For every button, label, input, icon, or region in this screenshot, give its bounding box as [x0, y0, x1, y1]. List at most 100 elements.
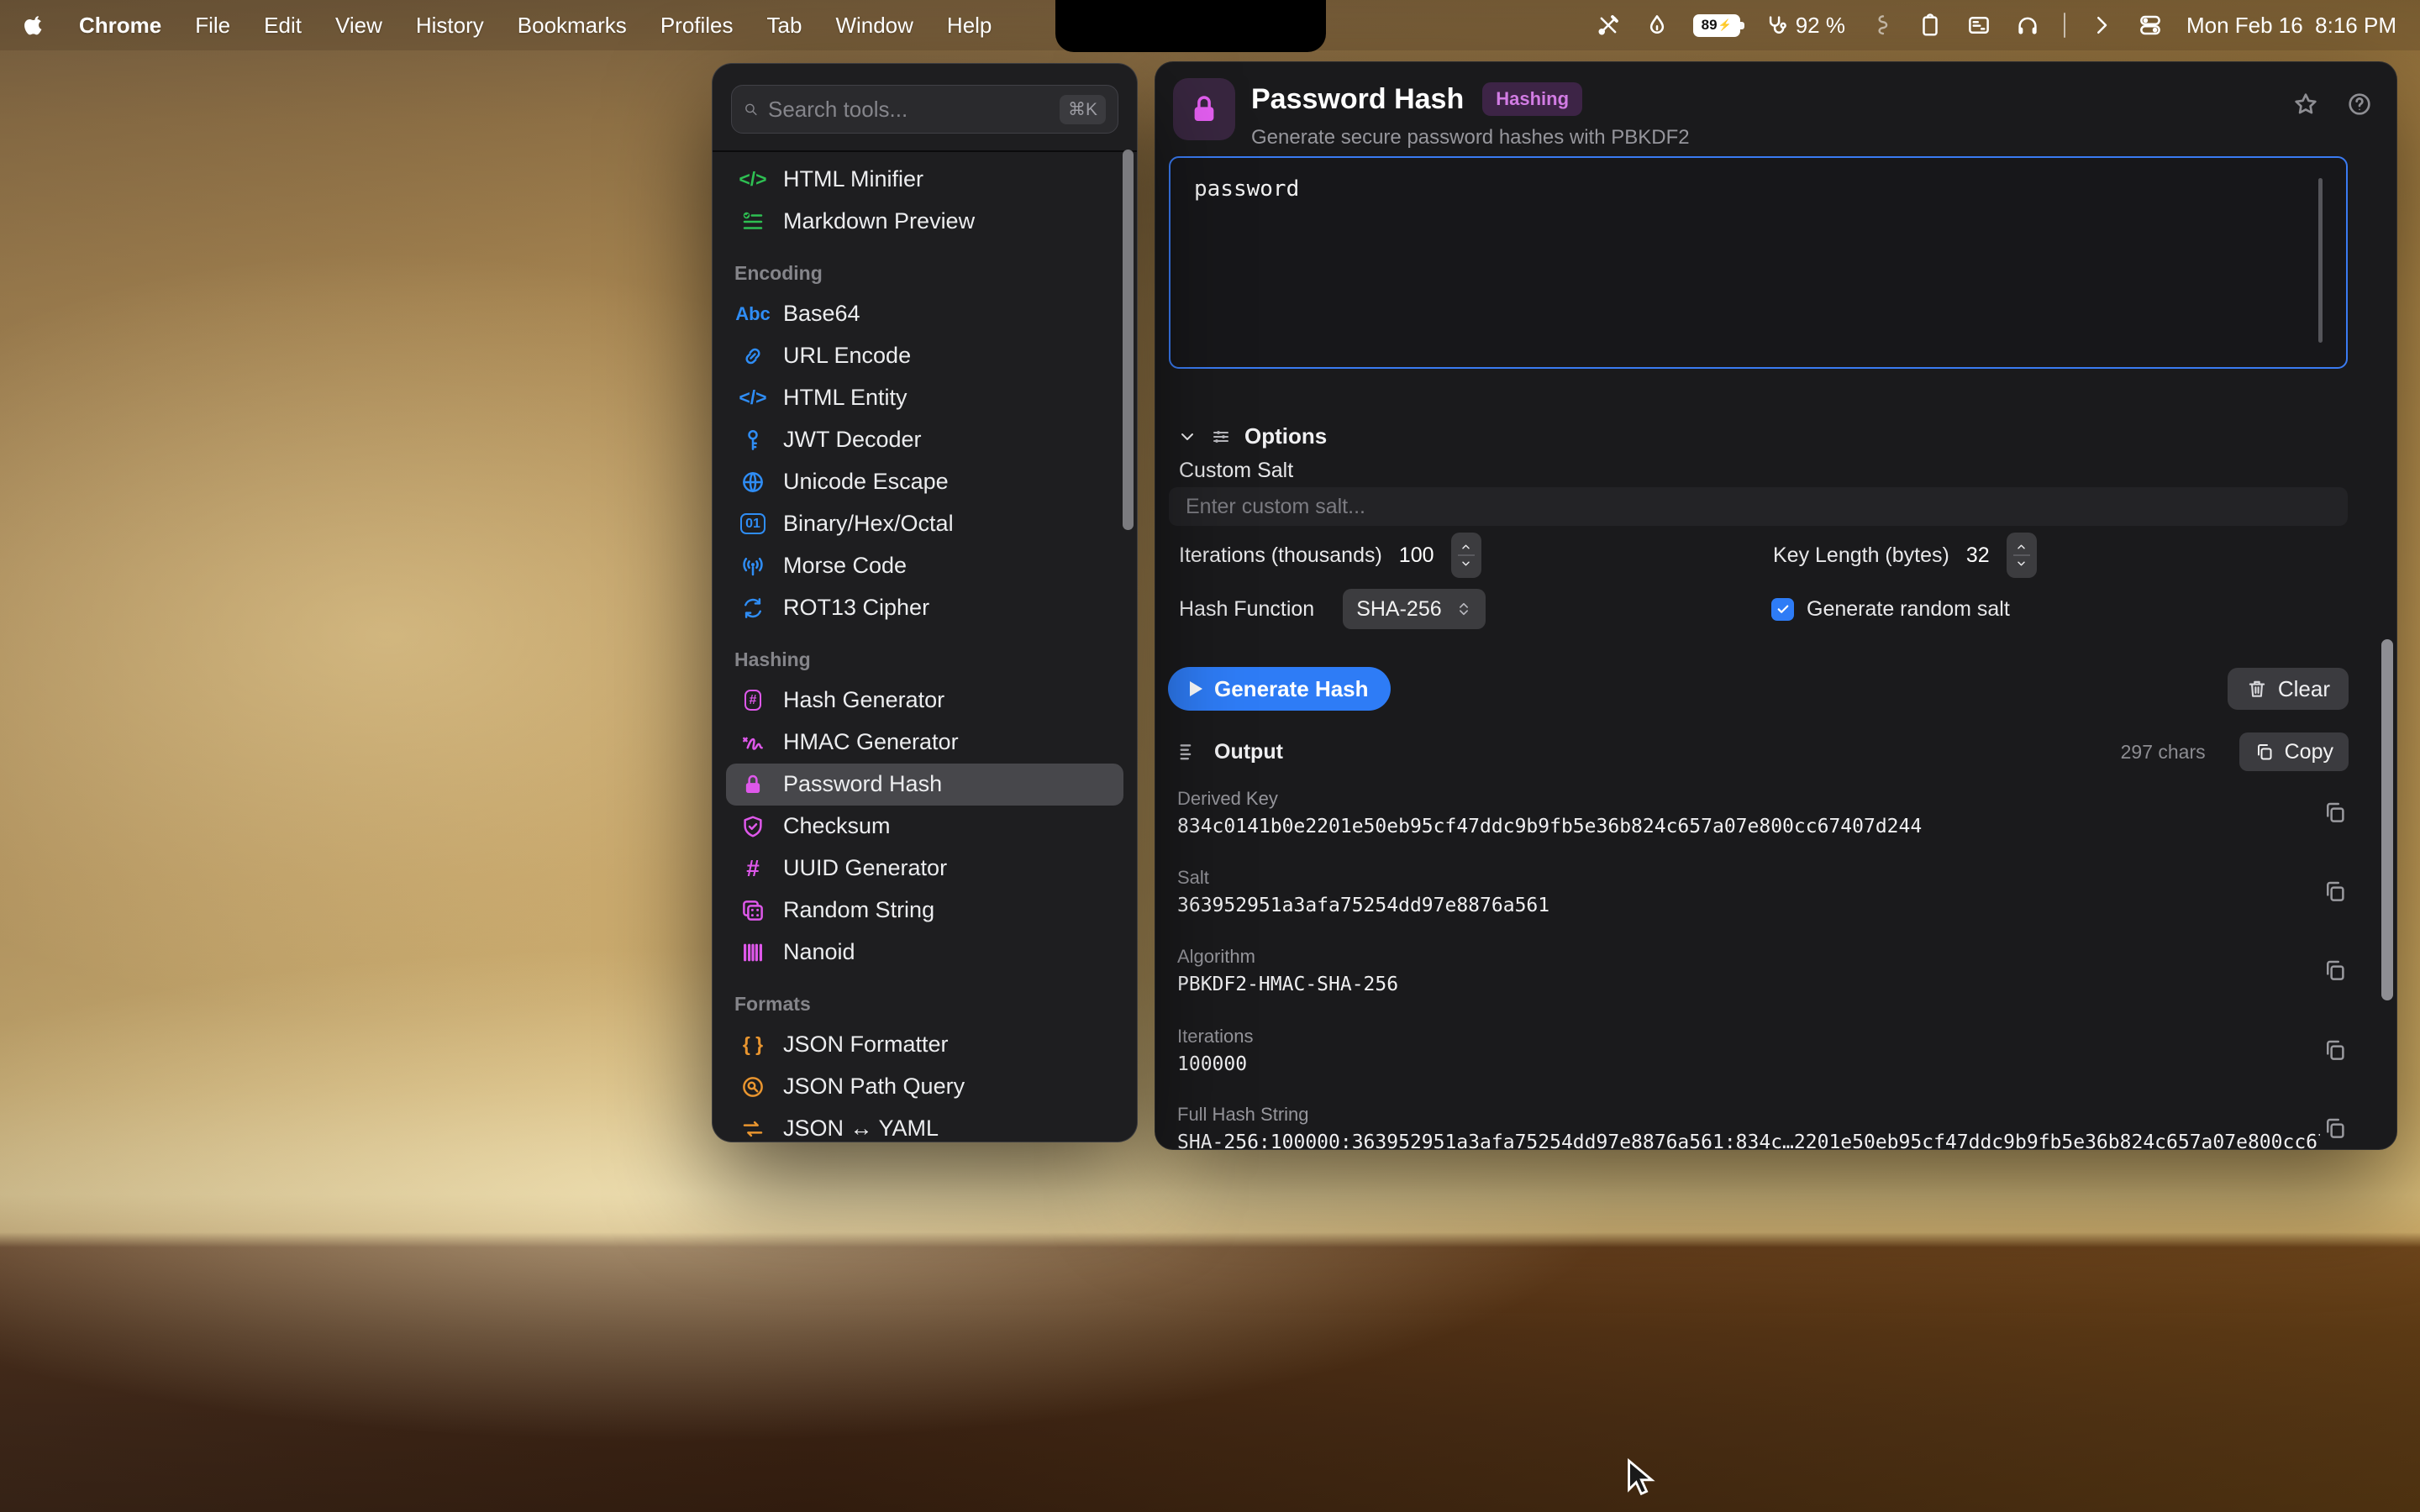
- window-scrollbar[interactable]: [2381, 639, 2393, 1000]
- password-input[interactable]: password: [1171, 158, 2346, 367]
- water-drop-icon[interactable]: [1644, 13, 1670, 38]
- sidebar-item-markdown-preview[interactable]: Markdown Preview: [726, 201, 1123, 243]
- tool-window: Password Hash Hashing Generate secure pa…: [1155, 61, 2397, 1150]
- sidebar-item-base64[interactable]: Abc Base64: [726, 293, 1123, 335]
- menu-bar-clock[interactable]: Mon Feb 16 8:16 PM: [2186, 13, 2396, 39]
- sidebar-item-hash-generator[interactable]: # Hash Generator: [726, 680, 1123, 722]
- char-count: 297 chars: [2120, 740, 2206, 763]
- apple-menu-icon[interactable]: [24, 13, 45, 38]
- menu-help[interactable]: Help: [947, 13, 992, 39]
- iterations-stepper[interactable]: [1450, 533, 1481, 578]
- shortcuts-icon[interactable]: [1966, 13, 1991, 38]
- menu-app-name[interactable]: Chrome: [79, 13, 161, 39]
- tool-title-row: Password Hash Hashing: [1251, 82, 1583, 116]
- hash-function-value: SHA-256: [1356, 596, 1442, 621]
- stepper-up-icon[interactable]: [2014, 541, 2028, 553]
- search-icon: [744, 98, 758, 120]
- random-salt-checkbox[interactable]: [1771, 597, 1794, 621]
- menu-bookmarks[interactable]: Bookmarks: [518, 13, 627, 39]
- sidebar-item-json-path-query[interactable]: JSON Path Query: [726, 1066, 1123, 1108]
- menu-profiles[interactable]: Profiles: [660, 13, 734, 39]
- battery-icon[interactable]: 89 ⚡: [1692, 13, 1744, 37]
- sidebar-item-hmac-generator[interactable]: HMAC Generator: [726, 722, 1123, 764]
- menu-tab[interactable]: Tab: [767, 13, 802, 39]
- globe-icon: [734, 470, 771, 495]
- hash-box-icon: #: [734, 689, 771, 711]
- menu-file[interactable]: File: [195, 13, 230, 39]
- flow-icon[interactable]: [1869, 13, 1894, 38]
- sidebar-item-password-hash[interactable]: Password Hash: [726, 763, 1123, 806]
- menu-history[interactable]: History: [416, 13, 484, 39]
- sidebar-scrollbar[interactable]: [1123, 150, 1134, 530]
- tools-sidebar: ⌘K </> HTML Minifier Markdown Preview En…: [712, 63, 1138, 1142]
- menu-view[interactable]: View: [335, 13, 382, 39]
- sidebar-item-random-string[interactable]: Random String: [726, 890, 1123, 932]
- field-label: Iterations: [1177, 1026, 1254, 1047]
- stepper-down-icon[interactable]: [1459, 558, 1473, 570]
- sidebar-item-json-formatter[interactable]: { } JSON Formatter: [726, 1024, 1123, 1066]
- sidebar-item-url-encode[interactable]: URL Encode: [726, 335, 1123, 377]
- sidebar-item-label: Morse Code: [783, 553, 908, 578]
- sidebar-item-unicode-escape[interactable]: Unicode Escape: [726, 461, 1123, 503]
- signature-icon: [734, 730, 771, 755]
- clipboard-icon[interactable]: [1918, 13, 1943, 38]
- sidebar-item-json-yaml[interactable]: JSON ↔ YAML: [726, 1108, 1123, 1142]
- chevron-right-icon[interactable]: [2089, 13, 2114, 38]
- stepper-down-icon[interactable]: [2014, 558, 2028, 570]
- select-updown-icon: [1455, 601, 1472, 617]
- field-label: Full Hash String: [1177, 1104, 1309, 1125]
- menu-window[interactable]: Window: [835, 13, 913, 39]
- battery-percent: 89: [1701, 17, 1718, 33]
- display-notch: [1055, 0, 1326, 52]
- search-input[interactable]: [767, 96, 1050, 123]
- search-box[interactable]: ⌘K: [731, 85, 1118, 134]
- custom-salt-label: Custom Salt: [1179, 459, 1294, 482]
- sidebar-item-label: HTML Minifier: [783, 166, 924, 192]
- sidebar-item-binary-hex-octal[interactable]: 01 Binary/Hex/Octal: [726, 503, 1123, 545]
- markdown-list-icon: [734, 209, 771, 234]
- clear-button[interactable]: Clear: [2227, 668, 2349, 710]
- favorite-star-icon[interactable]: [2292, 91, 2319, 118]
- hash-function-select[interactable]: SHA-256: [1343, 589, 1486, 629]
- sidebar-item-rot13-cipher[interactable]: ROT13 Cipher: [726, 587, 1123, 629]
- key-length-stepper[interactable]: [2006, 533, 2037, 578]
- sidebar-item-nanoid[interactable]: Nanoid: [726, 932, 1123, 974]
- output-field-derived-key: Derived Key 834c0141b0e2201e50eb95cf47dd…: [1177, 788, 2320, 837]
- battery-health-item[interactable]: 92 %: [1764, 13, 1845, 39]
- copy-all-button[interactable]: Copy: [2238, 732, 2349, 771]
- copy-algorithm-icon[interactable]: [2323, 958, 2348, 983]
- tools-icon[interactable]: [1596, 13, 1621, 38]
- sidebar-item-uuid-generator[interactable]: # UUID Generator: [726, 848, 1123, 890]
- input-scrollbar[interactable]: [2318, 178, 2323, 343]
- control-center-icon[interactable]: [2138, 13, 2163, 38]
- sidebar-item-label: JSON Formatter: [783, 1032, 949, 1057]
- tool-list: </> HTML Minifier Markdown Preview Encod…: [713, 152, 1137, 1142]
- sidebar-item-label: JSON ↔ YAML: [783, 1116, 939, 1141]
- copy-iterations-icon[interactable]: [2323, 1037, 2348, 1063]
- stepper-up-icon[interactable]: [1459, 541, 1473, 553]
- copy-salt-icon[interactable]: [2323, 879, 2348, 904]
- key-icon: [734, 428, 771, 453]
- search-circle-icon: [734, 1074, 771, 1100]
- output-list-icon: [1177, 740, 1201, 764]
- iterations-label: Iterations (thousands): [1179, 543, 1382, 567]
- copy-full-hash-icon[interactable]: [2323, 1116, 2348, 1141]
- dice-icon: [734, 898, 771, 923]
- sidebar-item-html-minifier[interactable]: </> HTML Minifier: [726, 159, 1123, 201]
- sidebar-item-checksum[interactable]: Checksum: [726, 806, 1123, 848]
- custom-salt-input[interactable]: [1169, 487, 2348, 526]
- sidebar-item-jwt-decoder[interactable]: JWT Decoder: [726, 419, 1123, 461]
- generate-hash-button[interactable]: Generate Hash: [1168, 667, 1391, 711]
- sidebar-item-morse-code[interactable]: Morse Code: [726, 545, 1123, 587]
- key-length-value: 32: [1965, 543, 1990, 567]
- options-header[interactable]: Options: [1177, 423, 1327, 449]
- binary-icon: 01: [734, 512, 771, 535]
- headphones-icon[interactable]: [2015, 13, 2040, 38]
- menu-edit[interactable]: Edit: [264, 13, 302, 39]
- copy-derived-key-icon[interactable]: [2323, 800, 2348, 825]
- output-field-algorithm: Algorithm PBKDF2-HMAC-SHA-256: [1177, 946, 2320, 995]
- sidebar-item-html-entity[interactable]: </> HTML Entity: [726, 377, 1123, 419]
- help-icon[interactable]: [2346, 91, 2373, 118]
- copy-icon: [2254, 742, 2275, 762]
- output-title: Output: [1214, 739, 1283, 764]
